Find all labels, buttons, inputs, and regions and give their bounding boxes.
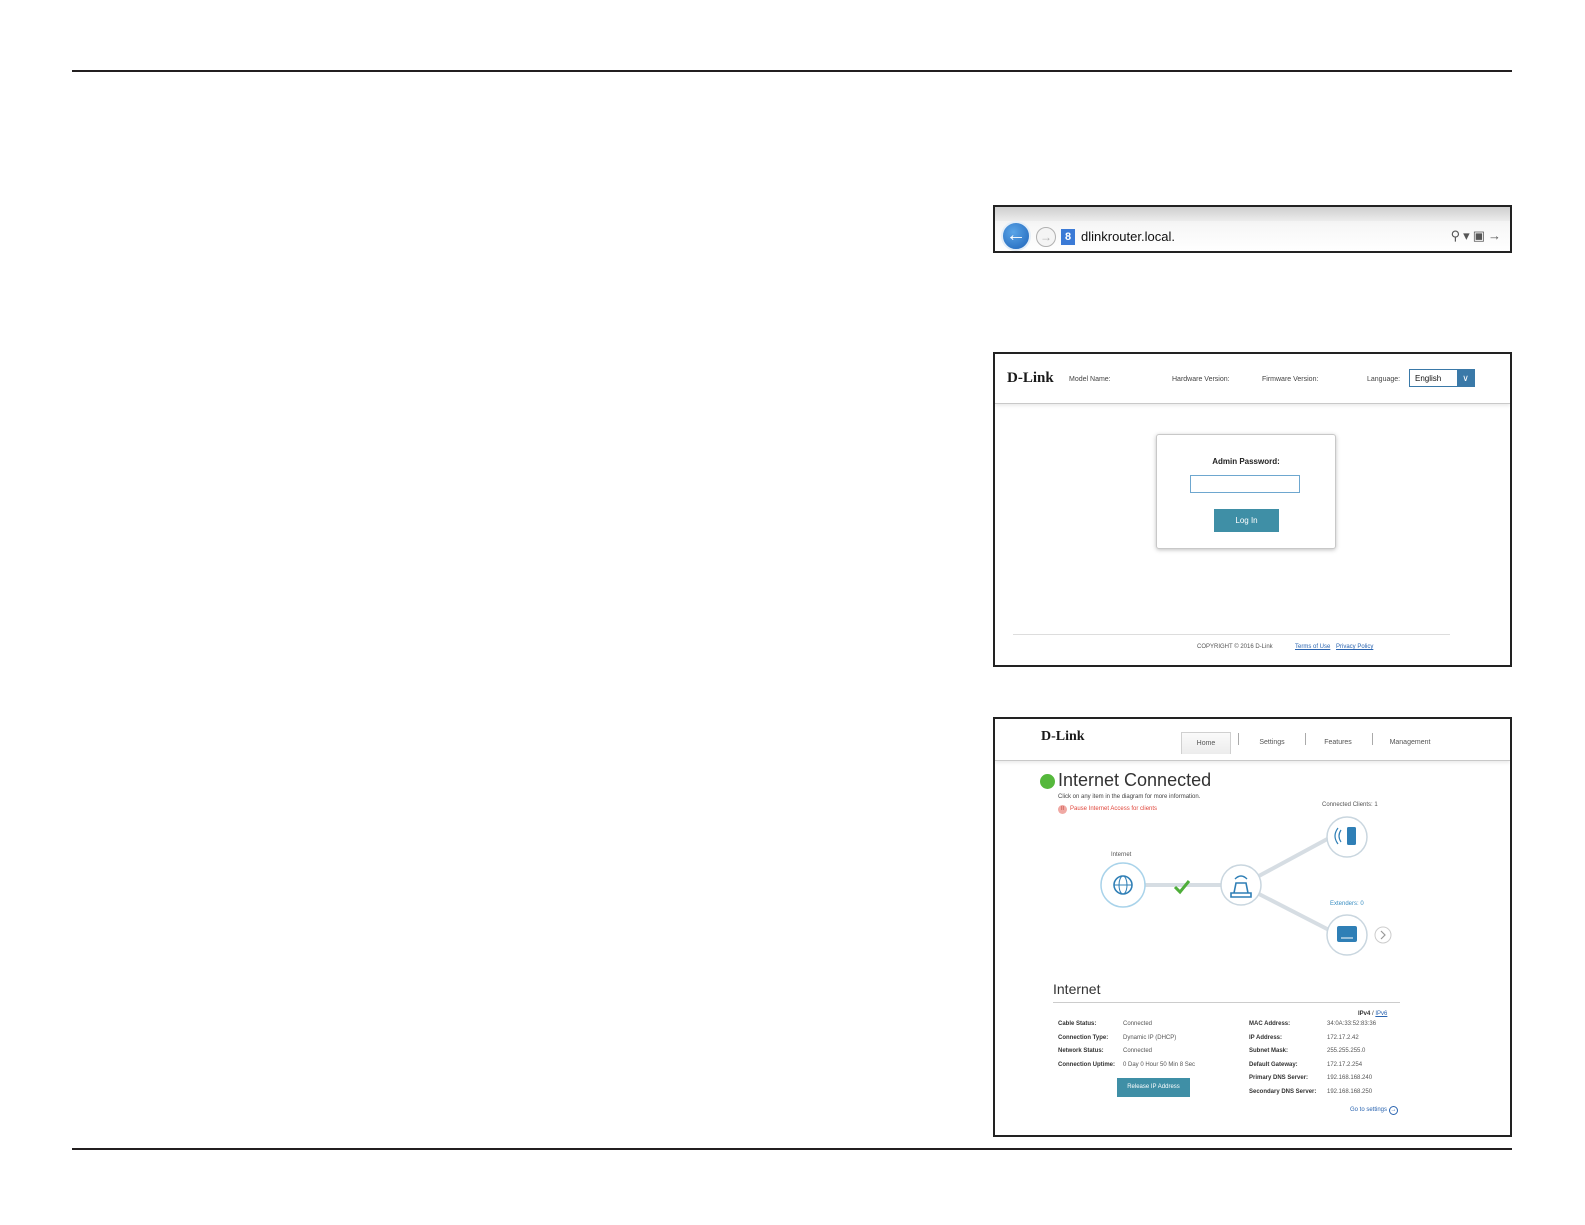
arrow-right-icon: → bbox=[1389, 1106, 1399, 1115]
info-value: 34:0A:33:52:83:36 bbox=[1327, 1021, 1377, 1027]
info-value: Connected bbox=[1123, 1021, 1153, 1027]
info-label: Cable Status: bbox=[1058, 1021, 1097, 1027]
extenders-label: Extenders: 0 bbox=[1330, 901, 1364, 907]
internet-section-title: Internet bbox=[1053, 981, 1101, 997]
info-value: 172.17.2.254 bbox=[1327, 1062, 1363, 1068]
info-value: Dynamic IP (DHCP) bbox=[1123, 1035, 1177, 1041]
browser-address-bar-screenshot: ← → 8 dlinkrouter.local. ⚲▾▣→ bbox=[993, 205, 1512, 253]
login-box: Admin Password: Log In bbox=[1156, 434, 1336, 549]
bottom-rule bbox=[72, 1148, 1512, 1150]
language-value: English bbox=[1415, 374, 1442, 383]
info-label: Network Status: bbox=[1058, 1048, 1104, 1054]
internet-node-label: Internet bbox=[1111, 852, 1132, 858]
admin-password-input[interactable] bbox=[1190, 475, 1300, 493]
go-to-settings-link[interactable]: Go to settings → bbox=[1350, 1106, 1399, 1115]
address-bar-tools: ⚲▾▣→ bbox=[1451, 228, 1504, 244]
connected-clients-label: Connected Clients: 1 bbox=[1322, 802, 1378, 808]
internet-node[interactable] bbox=[1100, 862, 1146, 908]
site-favicon: 8 bbox=[1061, 229, 1075, 245]
ip-version-separator: / bbox=[1372, 1011, 1374, 1017]
release-ip-button[interactable]: Release IP Address bbox=[1117, 1078, 1190, 1097]
login-button[interactable]: Log In bbox=[1214, 509, 1279, 532]
top-rule bbox=[72, 70, 1512, 72]
info-label: Connection Uptime: bbox=[1058, 1062, 1115, 1068]
home-page-screenshot: D-Link Home Settings Features Management… bbox=[993, 717, 1512, 1137]
go-arrow-icon[interactable]: → bbox=[1488, 228, 1504, 243]
terms-of-use-link[interactable]: Terms of Use bbox=[1295, 644, 1330, 650]
dlink-logo: D-Link bbox=[1007, 370, 1054, 386]
network-diagram bbox=[1100, 816, 1392, 956]
firmware-version-label: Firmware Version: bbox=[1262, 376, 1319, 383]
extender-icon bbox=[1337, 926, 1357, 942]
forward-arrow-icon[interactable]: → bbox=[1036, 227, 1056, 247]
section-divider bbox=[1053, 1002, 1400, 1003]
info-value: 192.168.168.240 bbox=[1327, 1075, 1373, 1081]
info-label: MAC Address: bbox=[1249, 1021, 1291, 1027]
router-clients-link bbox=[1256, 835, 1332, 879]
admin-password-label: Admin Password: bbox=[1212, 457, 1280, 466]
lock-icon[interactable]: ▣ bbox=[1473, 228, 1488, 243]
next-arrow-icon[interactable] bbox=[1374, 926, 1392, 944]
address-bar-url[interactable]: dlinkrouter.local. bbox=[1081, 229, 1175, 244]
ipv6-tab[interactable]: IPv6 bbox=[1375, 1011, 1387, 1017]
clients-node[interactable] bbox=[1326, 816, 1368, 858]
hardware-version-label: Hardware Version: bbox=[1172, 376, 1230, 383]
mobile-device-icon bbox=[1347, 827, 1356, 845]
info-value: Connected bbox=[1123, 1048, 1153, 1054]
extenders-node[interactable] bbox=[1326, 914, 1368, 956]
dropdown-icon[interactable]: ▾ bbox=[1463, 228, 1473, 243]
info-label: Connection Type: bbox=[1058, 1035, 1109, 1041]
info-label: IP Address: bbox=[1249, 1035, 1283, 1041]
router-extenders-link bbox=[1256, 891, 1332, 933]
copyright-text: COPYRIGHT © 2016 D-Link bbox=[1197, 644, 1273, 650]
router-node[interactable] bbox=[1220, 864, 1262, 906]
go-to-settings-text: Go to settings bbox=[1350, 1107, 1388, 1113]
info-value: 0 Day 0 Hour 50 Min 8 Sec bbox=[1123, 1062, 1196, 1068]
ip-version-toggle: IPv4 / IPv6 bbox=[1358, 1011, 1387, 1017]
chevron-down-icon[interactable]: ∨ bbox=[1457, 370, 1474, 386]
back-arrow-icon[interactable]: ← bbox=[1001, 221, 1031, 251]
info-label: Default Gateway: bbox=[1249, 1062, 1298, 1068]
language-select[interactable]: English ∨ bbox=[1409, 369, 1475, 387]
footer-divider bbox=[1013, 634, 1450, 635]
info-value: 255.255.255.0 bbox=[1327, 1048, 1366, 1054]
info-label: Secondary DNS Server: bbox=[1249, 1089, 1317, 1095]
model-name-label: Model Name: bbox=[1069, 376, 1111, 383]
info-label: Primary DNS Server: bbox=[1249, 1075, 1309, 1081]
login-header: D-Link Model Name: Hardware Version: Fir… bbox=[995, 354, 1510, 404]
login-page-screenshot: D-Link Model Name: Hardware Version: Fir… bbox=[993, 352, 1512, 667]
ipv4-tab[interactable]: IPv4 bbox=[1358, 1011, 1370, 1017]
info-label: Subnet Mask: bbox=[1249, 1048, 1289, 1054]
browser-toolbar-top bbox=[995, 207, 1510, 221]
language-label: Language: bbox=[1367, 376, 1401, 383]
info-value: 192.168.168.250 bbox=[1327, 1089, 1373, 1095]
search-icon[interactable]: ⚲ bbox=[1451, 228, 1464, 243]
info-value: 172.17.2.42 bbox=[1327, 1035, 1359, 1041]
privacy-policy-link[interactable]: Privacy Policy bbox=[1336, 644, 1373, 650]
